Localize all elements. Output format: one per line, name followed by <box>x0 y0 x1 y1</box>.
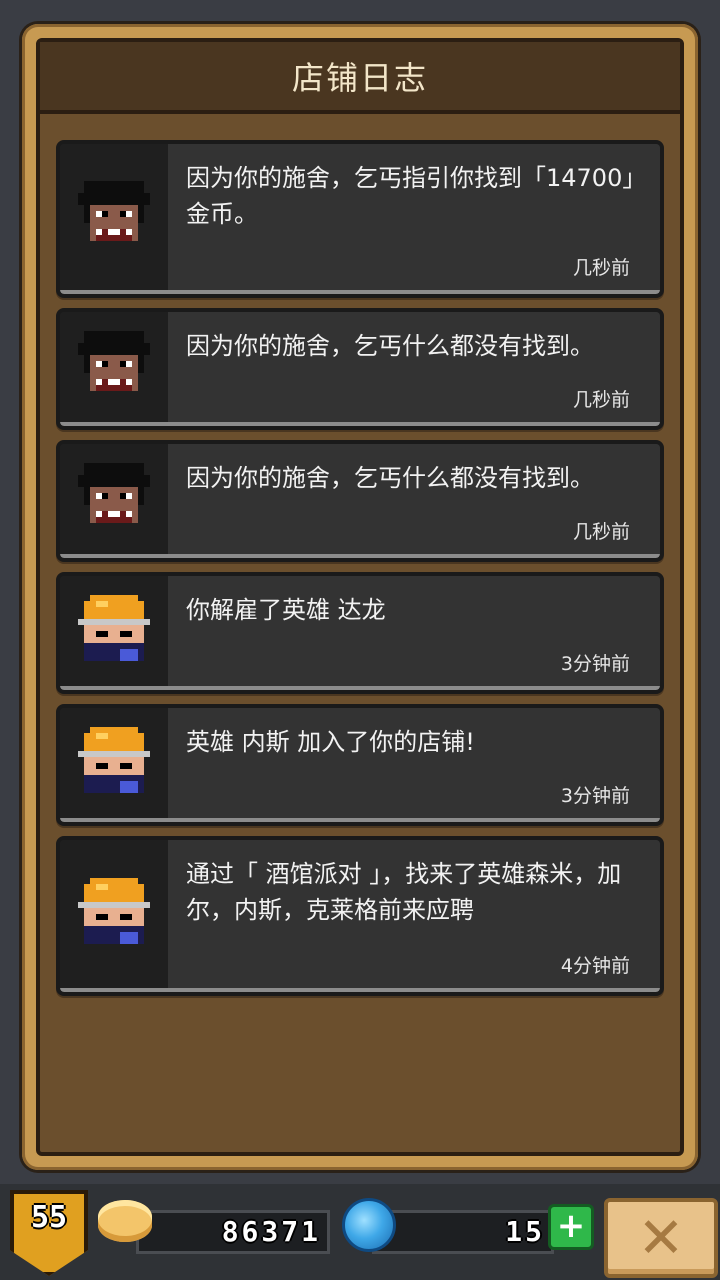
hero-portrait-icon <box>60 576 168 686</box>
log-entry-content: 因为你的施舍，乞丐什么都没有找到。 几秒前 <box>168 444 660 554</box>
log-entry-content: 因为你的施舍，乞丐什么都没有找到。 几秒前 <box>168 312 660 422</box>
beggar-portrait-icon <box>60 144 168 290</box>
log-timestamp: 几秒前 <box>572 257 630 279</box>
gem-counter: 15 <box>372 1210 554 1254</box>
log-entry-content: 因为你的施舍，乞丐指引你找到「14700」金币。 几秒前 <box>168 144 660 290</box>
log-timestamp: 几秒前 <box>572 389 630 411</box>
plus-icon: + <box>556 1206 586 1246</box>
beggar-portrait-icon <box>60 444 168 554</box>
level-badge[interactable]: 55 <box>10 1190 88 1276</box>
log-message: 因为你的施舍，乞丐什么都没有找到。 <box>186 332 594 360</box>
coin-icon <box>98 1200 152 1242</box>
log-entry-content: 通过「 酒馆派对 」，找来了英雄森米，加尔，内斯，克莱格前来应聘 4分钟前 <box>168 840 660 988</box>
hero-portrait-icon <box>60 708 168 818</box>
close-icon: ✕ <box>637 1205 685 1271</box>
log-entry: 英雄 内斯 加入了你的店铺! 3分钟前 <box>56 704 664 826</box>
beggar-portrait-icon <box>60 312 168 422</box>
panel-header: 店铺日志 <box>40 42 680 114</box>
page-title: 店铺日志 <box>291 59 428 97</box>
gem-icon <box>342 1198 396 1252</box>
close-button[interactable]: ✕ <box>604 1198 718 1278</box>
log-message: 英雄 内斯 加入了你的店铺! <box>186 728 475 756</box>
add-gems-button[interactable]: + <box>548 1204 594 1250</box>
status-bar: 55 86371 15 + ✕ <box>0 1184 720 1280</box>
gold-value: 86371 <box>221 1215 321 1248</box>
gem-value: 15 <box>505 1215 545 1248</box>
log-timestamp: 几秒前 <box>572 521 630 543</box>
log-entry: 因为你的施舍，乞丐指引你找到「14700」金币。 几秒前 <box>56 140 664 298</box>
log-entry: 你解雇了英雄 达龙 3分钟前 <box>56 572 664 694</box>
log-entry-content: 英雄 内斯 加入了你的店铺! 3分钟前 <box>168 708 660 818</box>
log-entry: 因为你的施舍，乞丐什么都没有找到。 几秒前 <box>56 440 664 562</box>
log-entry: 因为你的施舍，乞丐什么都没有找到。 几秒前 <box>56 308 664 430</box>
log-timestamp: 4分钟前 <box>560 955 630 977</box>
log-message: 你解雇了英雄 达龙 <box>186 596 386 624</box>
log-entry: 通过「 酒馆派对 」，找来了英雄森米，加尔，内斯，克莱格前来应聘 4分钟前 <box>56 836 664 996</box>
log-timestamp: 3分钟前 <box>560 785 630 807</box>
gold-counter: 86371 <box>136 1210 330 1254</box>
log-message: 通过「 酒馆派对 」，找来了英雄森米，加尔，内斯，克莱格前来应聘 <box>186 860 622 924</box>
level-value: 55 <box>30 1200 68 1235</box>
log-panel: 店铺日志 因为你的施舍，乞丐指引你找到「14700」金币。 几秒前 因为你的施舍… <box>22 24 698 1170</box>
log-message: 因为你的施舍，乞丐什么都没有找到。 <box>186 464 594 492</box>
log-timestamp: 3分钟前 <box>560 653 630 675</box>
log-entry-content: 你解雇了英雄 达龙 3分钟前 <box>168 576 660 686</box>
hero-portrait-icon <box>60 840 168 988</box>
log-message: 因为你的施舍，乞丐指引你找到「14700」金币。 <box>186 164 647 228</box>
log-panel-inner: 店铺日志 因为你的施舍，乞丐指引你找到「14700」金币。 几秒前 因为你的施舍… <box>36 38 684 1156</box>
